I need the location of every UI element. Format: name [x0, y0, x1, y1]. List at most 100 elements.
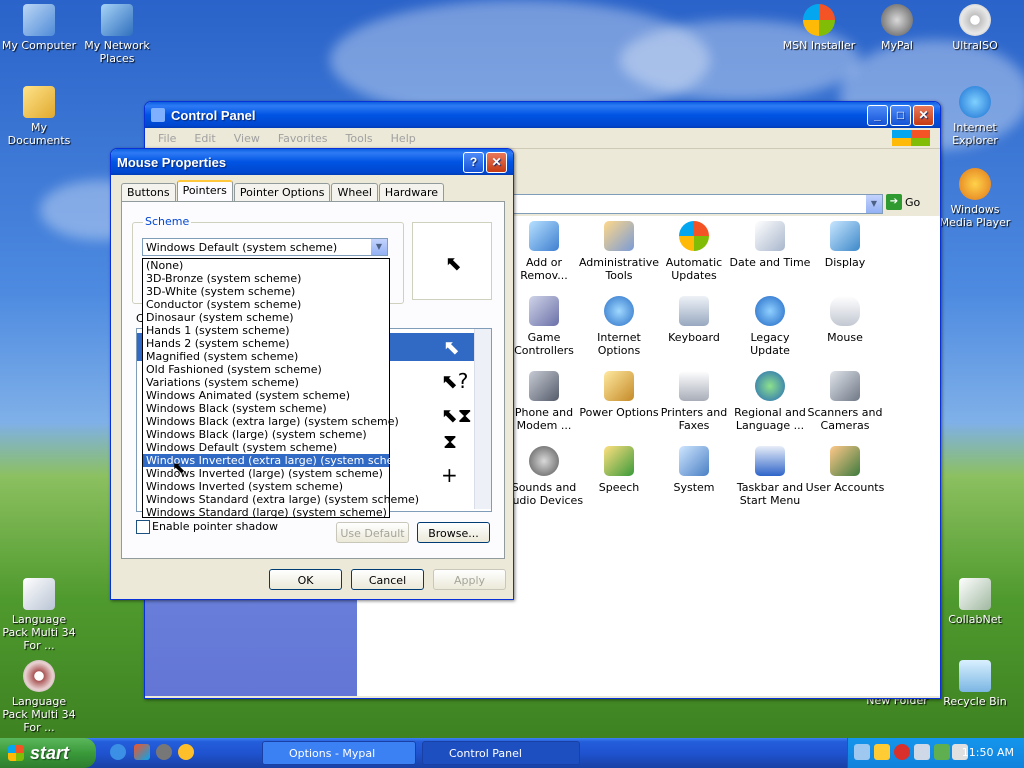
tab-pointers[interactable]: Pointers	[176, 180, 233, 203]
menu-tools[interactable]: Tools	[337, 132, 382, 145]
tab-hardware[interactable]: Hardware	[378, 183, 445, 202]
cp-item-system[interactable]: System	[653, 446, 735, 494]
menu-file[interactable]: File	[149, 132, 185, 145]
scheme-option[interactable]: (None)	[143, 259, 389, 272]
update-tray-icon[interactable]	[934, 744, 950, 760]
minimize-button[interactable]: _	[867, 105, 888, 126]
tab-buttons[interactable]: Buttons	[121, 183, 176, 202]
cp-item-printers-faxes[interactable]: Printers and Faxes	[653, 371, 735, 432]
go-button[interactable]: ➔ Go	[886, 194, 920, 210]
cp-item-add-remove[interactable]: Add or Remov...	[503, 221, 585, 282]
mouse-properties-titlebar[interactable]: Mouse Properties ? ✕	[111, 149, 513, 175]
close-button[interactable]: ✕	[486, 152, 507, 173]
scheme-option[interactable]: 3D-White (system scheme)	[143, 285, 389, 298]
menu-view[interactable]: View	[225, 132, 269, 145]
cp-item-scanners-cameras[interactable]: Scanners and Cameras	[804, 371, 886, 432]
help-button[interactable]: ?	[463, 152, 484, 173]
task-control-panel[interactable]: Control Panel	[422, 741, 580, 765]
tab-strip: Buttons Pointers Pointer Options Wheel H…	[121, 180, 445, 203]
scheme-option[interactable]: Windows Animated (system scheme)	[143, 389, 389, 402]
cp-item-user-accounts[interactable]: User Accounts	[804, 446, 886, 494]
desktop-icon-language-pack-2[interactable]: Language Pack Multi 34 For ...	[0, 660, 78, 734]
help-select-pointer-icon: ⬉?	[441, 369, 469, 393]
alert-tray-icon[interactable]	[894, 744, 910, 760]
desktop-icon-recycle-bin[interactable]: Recycle Bin	[936, 660, 1014, 708]
scheme-option[interactable]: Windows Black (extra large) (system sche…	[143, 415, 399, 428]
chevron-down-icon[interactable]: ▼	[371, 239, 387, 255]
scheme-select[interactable]: Windows Default (system scheme) ▼	[142, 238, 388, 256]
paint-quicklaunch-icon[interactable]	[134, 744, 150, 760]
clock[interactable]: 11:50 AM	[962, 738, 1014, 768]
cp-item-mouse[interactable]: Mouse	[804, 296, 886, 344]
task-options-mypal[interactable]: Options - Mypal	[262, 741, 416, 765]
scheme-option[interactable]: Dinosaur (system scheme)	[143, 311, 389, 324]
scheme-option[interactable]: 3D-Bronze (system scheme)	[143, 272, 389, 285]
cp-item-legacy-update[interactable]: Legacy Update	[729, 296, 811, 357]
desktop-icon-mypal[interactable]: MyPal	[858, 4, 936, 52]
scheme-option[interactable]: Variations (system scheme)	[143, 376, 389, 389]
cp-item-administrative-tools[interactable]: Administrative Tools	[578, 221, 660, 282]
ok-button[interactable]: OK	[269, 569, 342, 590]
cp-item-regional-language[interactable]: Regional and Language ...	[729, 371, 811, 432]
scheme-option[interactable]: Windows Black (system scheme)	[143, 402, 389, 415]
cancel-button[interactable]: Cancel	[351, 569, 424, 590]
cp-item-taskbar-start-menu[interactable]: Taskbar and Start Menu	[729, 446, 811, 507]
start-label: start	[30, 743, 70, 763]
pointer-shadow-checkbox[interactable]	[136, 520, 150, 534]
desktop-icon-label: Recycle Bin	[943, 695, 1007, 708]
cp-item-keyboard[interactable]: Keyboard	[653, 296, 735, 344]
cp-item-internet-options[interactable]: Internet Options	[578, 296, 660, 357]
security-shield-tray-icon[interactable]	[874, 744, 890, 760]
mypal-quicklaunch-icon[interactable]	[156, 744, 172, 760]
scheme-option[interactable]: Hands 2 (system scheme)	[143, 337, 389, 350]
cp-item-game-controllers[interactable]: Game Controllers	[503, 296, 585, 357]
scheme-option[interactable]: Conductor (system scheme)	[143, 298, 389, 311]
cp-item-phone-modem[interactable]: Phone and Modem ...	[503, 371, 585, 432]
scheme-option[interactable]: Hands 1 (system scheme)	[143, 324, 389, 337]
cp-item-date-time[interactable]: Date and Time	[729, 221, 811, 269]
browse-button[interactable]: Browse...	[417, 522, 490, 543]
start-button[interactable]: start	[0, 738, 96, 768]
desktop-icon-windows-media-player[interactable]: Windows Media Player	[936, 168, 1014, 229]
scheme-option[interactable]: Windows Default (system scheme)	[143, 441, 389, 454]
apply-button[interactable]: Apply	[433, 569, 506, 590]
desktop-icon-msn-installer[interactable]: MSN Installer	[780, 4, 858, 52]
cp-item-speech[interactable]: Speech	[578, 446, 660, 494]
menu-edit[interactable]: Edit	[185, 132, 224, 145]
cp-item-power-options[interactable]: Power Options	[578, 371, 660, 419]
maximize-button[interactable]: □	[890, 105, 911, 126]
desktop-icon-my-computer[interactable]: My Computer	[0, 4, 78, 52]
list-scrollbar[interactable]	[474, 329, 491, 509]
scheme-option[interactable]: Windows Black (large) (system scheme)	[143, 428, 389, 441]
desktop-icon-my-documents[interactable]: My Documents	[0, 86, 78, 147]
control-panel-titlebar[interactable]: Control Panel _ □ ✕	[145, 102, 940, 128]
desktop-icon-language-pack-1[interactable]: Language Pack Multi 34 For ...	[0, 578, 78, 652]
use-default-button[interactable]: Use Default	[336, 522, 409, 543]
desktop-icon-collabnet[interactable]: CollabNet	[936, 578, 1014, 626]
cp-item-automatic-updates[interactable]: Automatic Updates	[653, 221, 735, 282]
close-button[interactable]: ✕	[913, 105, 934, 126]
desktop-icon-ultraiso[interactable]: UltraISO	[936, 4, 1014, 52]
scheme-option[interactable]: Windows Standard (large) (system scheme)	[143, 506, 389, 519]
desktop-icon-internet-explorer[interactable]: Internet Explorer	[936, 86, 1014, 147]
cp-item-sounds-audio[interactable]: Sounds and Audio Devices	[503, 446, 585, 507]
scheme-option[interactable]: Old Fashioned (system scheme)	[143, 363, 389, 376]
desktop-icon-my-network-places[interactable]: My Network Places	[78, 4, 156, 65]
address-input[interactable]: ▼	[505, 194, 883, 214]
cp-item-display[interactable]: Display	[804, 221, 886, 269]
volume-tray-icon[interactable]	[914, 744, 930, 760]
internet-explorer-quicklaunch-icon[interactable]	[110, 744, 126, 760]
menu-favorites[interactable]: Favorites	[269, 132, 337, 145]
system-tray: 11:50 AM	[847, 738, 1024, 768]
chevron-down-icon[interactable]: ▼	[866, 195, 882, 213]
scheme-option[interactable]: Windows Inverted (system scheme)	[143, 480, 389, 493]
media-player-quicklaunch-icon[interactable]	[178, 744, 194, 760]
network-tray-icon[interactable]	[854, 744, 870, 760]
menu-help[interactable]: Help	[382, 132, 425, 145]
tab-wheel[interactable]: Wheel	[331, 183, 378, 202]
speaker-icon	[529, 446, 559, 476]
scheme-dropdown-list[interactable]: (None) 3D-Bronze (system scheme) 3D-Whit…	[142, 258, 419, 519]
scheme-option[interactable]: Windows Standard (extra large) (system s…	[143, 493, 419, 506]
tab-pointer-options[interactable]: Pointer Options	[233, 183, 331, 202]
scheme-option[interactable]: Magnified (system scheme)	[143, 350, 389, 363]
